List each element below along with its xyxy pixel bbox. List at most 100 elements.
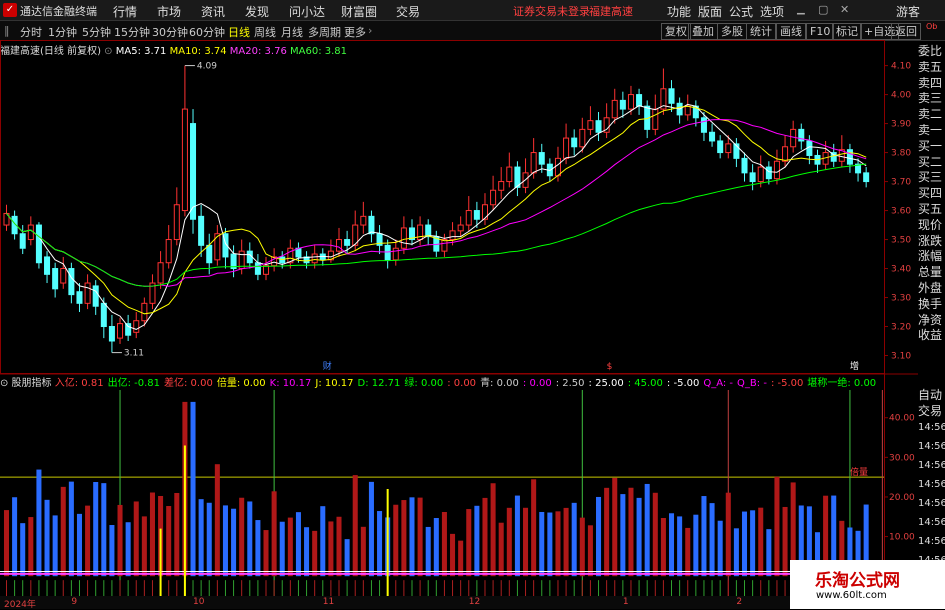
side-field-label[interactable]: 涨幅	[918, 249, 945, 264]
side-field-label[interactable]: 总量	[918, 265, 945, 280]
adjust-button[interactable]: 复权	[661, 23, 691, 40]
side-trade-time: 14:56	[918, 422, 945, 433]
side-field-label[interactable]: 收益	[918, 328, 945, 343]
close-icon[interactable]: ✕	[840, 3, 849, 16]
draw-line-button[interactable]: 画线	[776, 23, 806, 40]
indicator-bar	[531, 479, 537, 577]
menu-item-wealth[interactable]: 财富圈	[341, 3, 377, 20]
f10-button[interactable]: F10	[806, 23, 835, 40]
indicator-bar	[279, 521, 285, 577]
candle-body	[60, 268, 67, 284]
indicator-bar	[393, 504, 399, 577]
indicator-bar	[85, 505, 91, 577]
chevron-right-icon[interactable]: ›	[368, 24, 372, 37]
candle-body	[498, 181, 505, 191]
indicator-bar	[214, 464, 220, 577]
menu-bar: ✓ 通达信金融终端 行情 市场 资讯 发现 问小达 财富圈 交易 证券交易未登录…	[0, 0, 945, 21]
indicator-name: ⊙ 股朋指标	[0, 378, 55, 389]
menu-item-options[interactable]: 选项	[760, 3, 784, 20]
indicator-bar	[685, 527, 691, 577]
high-price-label: 4.09	[197, 62, 217, 72]
side-bottom-button[interactable]: 交易	[918, 402, 942, 419]
side-field-label[interactable]: 现价	[918, 218, 945, 233]
candle-body	[68, 268, 75, 296]
indicator-bar	[125, 522, 131, 577]
period-tab-15min[interactable]: 15分钟	[114, 24, 150, 40]
indicator-value: Q_A: -	[703, 378, 734, 389]
menu-item-ask[interactable]: 问小达	[289, 3, 325, 20]
side-field-label[interactable]: 卖一	[918, 123, 945, 138]
indicator-bar	[247, 501, 253, 577]
side-field-label[interactable]: 买五	[918, 202, 945, 217]
side-trade-time: 14:56	[918, 517, 945, 528]
menu-item-layout[interactable]: 版面	[698, 3, 722, 20]
back-button[interactable]: 返回	[891, 23, 921, 40]
menu-item-market-quote[interactable]: 行情	[113, 3, 137, 20]
side-field-label[interactable]: 卖二	[918, 107, 945, 122]
minimize-icon[interactable]: ▁	[797, 4, 805, 15]
candle-body	[790, 128, 797, 148]
menu-item-news[interactable]: 资讯	[201, 3, 225, 20]
indicator-value: 入亿: 0.81	[54, 378, 104, 389]
toolbar-nav-icon[interactable]: ‖	[4, 24, 10, 37]
period-tab-weekly[interactable]: 周线	[254, 24, 276, 40]
period-tab-30min[interactable]: 30分钟	[152, 24, 188, 40]
menu-item-trade[interactable]: 交易	[396, 3, 420, 20]
period-tab-monthly[interactable]: 月线	[281, 24, 303, 40]
period-tab-5min[interactable]: 5分钟	[82, 24, 111, 40]
side-field-label[interactable]: 涨跌	[918, 234, 945, 249]
side-field-label[interactable]: 买四	[918, 186, 945, 201]
multi-stock-button[interactable]: 多股	[717, 23, 747, 40]
side-field-label[interactable]: 外盘	[918, 281, 945, 296]
indicator-bar	[458, 540, 464, 577]
side-field-label[interactable]: 卖五	[918, 60, 945, 75]
period-tab-1min[interactable]: 1分钟	[48, 24, 77, 40]
candle-body	[579, 128, 586, 148]
candle-body	[863, 172, 870, 183]
indicator-bar	[60, 486, 66, 577]
guest-user[interactable]: 游客	[896, 3, 920, 20]
indicator-bar	[450, 533, 456, 577]
side-field-label[interactable]: 买二	[918, 155, 945, 170]
statistics-button[interactable]: 统计	[746, 23, 776, 40]
side-field-label[interactable]: 买一	[918, 139, 945, 154]
indicator-bar	[433, 518, 439, 577]
indicator-bar	[750, 510, 756, 577]
indicator-bar	[652, 492, 658, 577]
price-tick-label: 3.30	[891, 294, 911, 304]
login-status[interactable]: 证券交易未登录	[513, 3, 590, 19]
indicator-bar	[328, 521, 334, 577]
menu-item-market[interactable]: 市场	[157, 3, 181, 20]
side-field-label[interactable]: 卖三	[918, 91, 945, 106]
side-field-label[interactable]: 买三	[918, 170, 945, 185]
side-field-label[interactable]: 卖四	[918, 76, 945, 91]
period-tab-intraday[interactable]: 分时	[20, 24, 42, 40]
period-tab-more[interactable]: 更多	[344, 24, 366, 40]
indicator-value: 堪称一绝: 0.00	[807, 378, 877, 389]
indicator-bar	[425, 526, 431, 577]
candle-body	[133, 320, 140, 333]
ma10-line	[6, 105, 867, 315]
mark-button[interactable]: 标记	[832, 23, 862, 40]
indicator-bar	[733, 528, 739, 577]
side-field-label[interactable]: 净资	[918, 313, 945, 328]
period-tab-daily[interactable]: 日线	[228, 24, 250, 40]
menu-item-discover[interactable]: 发现	[245, 3, 269, 20]
indicator-value: : 2.50	[555, 378, 585, 389]
candle-body	[35, 224, 42, 264]
period-tab-60min[interactable]: 60分钟	[189, 24, 225, 40]
kline-chart[interactable]: 4.10 4.00 3.90 3.80 3.70 3.60 3.50 3.40 3.30 3.20…	[0, 40, 918, 596]
overlay-button[interactable]: 叠加	[688, 23, 718, 40]
side-field-label[interactable]: 换手	[918, 297, 945, 312]
candle-body	[473, 210, 480, 220]
menu-item-function[interactable]: 功能	[667, 3, 691, 20]
candle-body	[490, 189, 497, 206]
side-field-label[interactable]: 委比	[918, 44, 945, 59]
side-bottom-button[interactable]: 自动	[918, 386, 942, 403]
period-tab-multi[interactable]: 多周期	[308, 24, 341, 40]
indicator-bar	[166, 506, 172, 577]
indicator-value: : 25.00	[588, 378, 624, 389]
maximize-icon[interactable]: ▢	[818, 3, 828, 16]
menu-item-formula[interactable]: 公式	[729, 3, 753, 20]
date-axis-label: 1	[622, 597, 629, 607]
